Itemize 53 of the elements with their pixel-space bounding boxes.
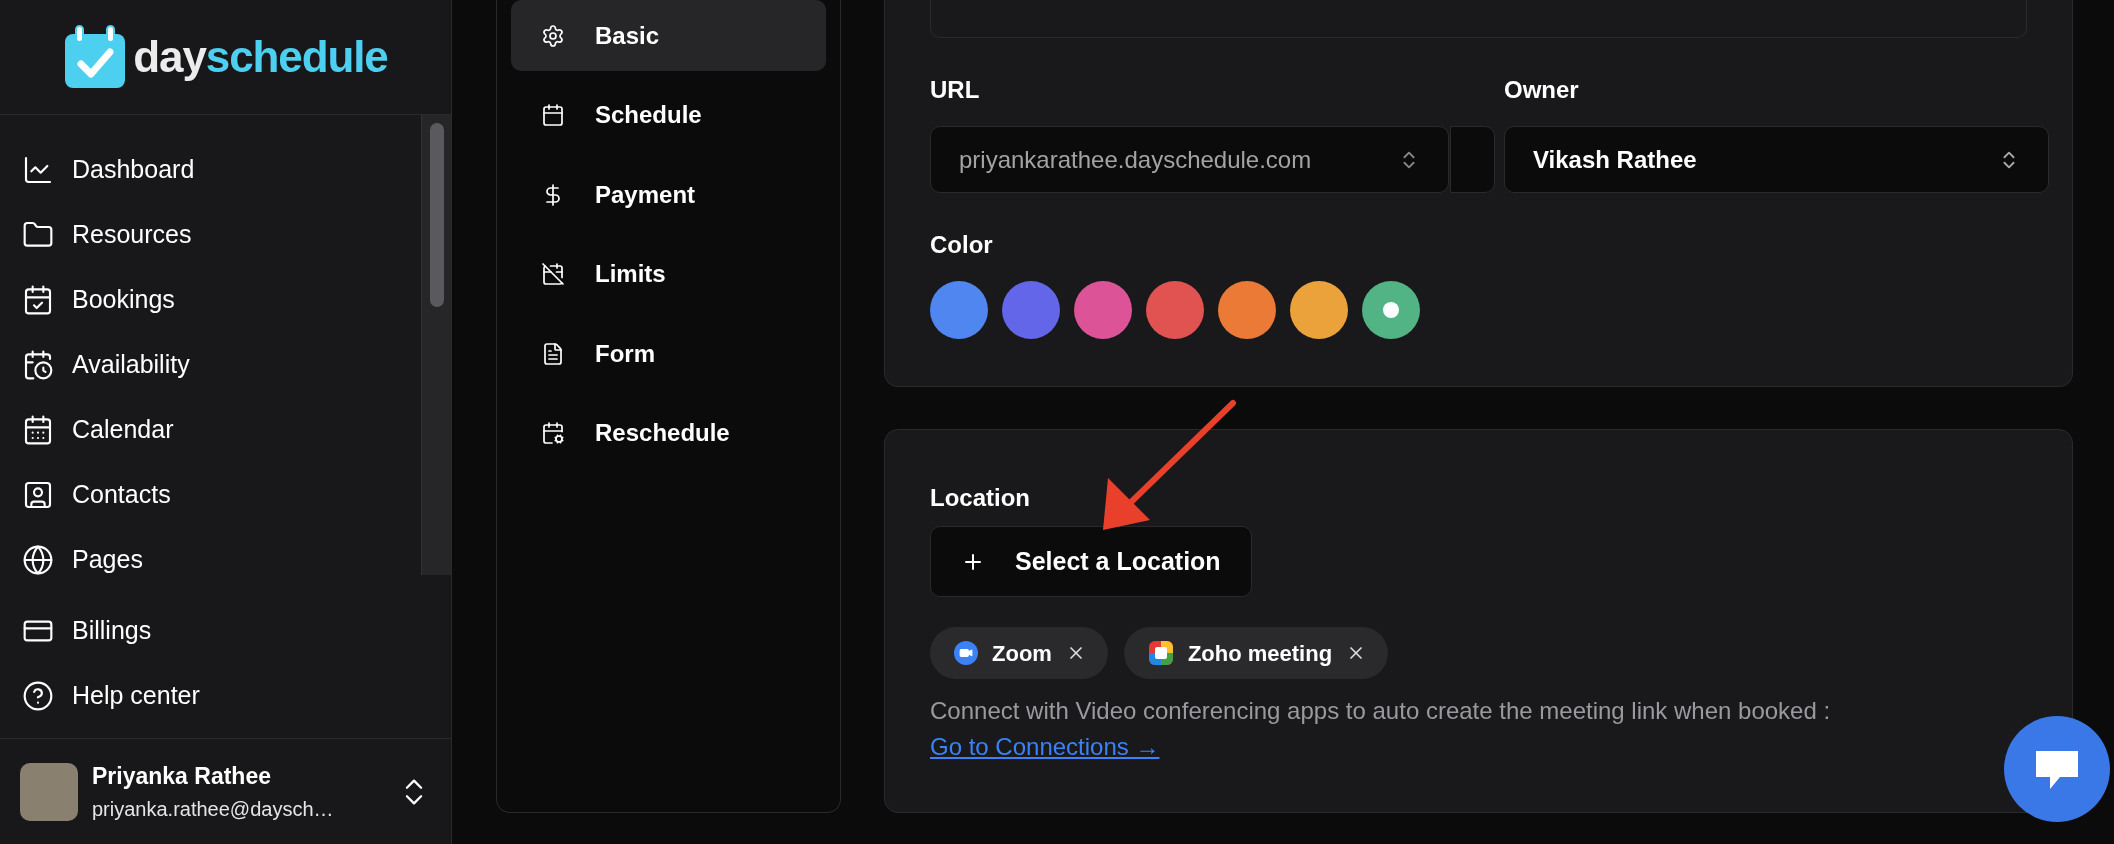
calendar-off-icon [541, 262, 565, 286]
calendar-check-logo-icon [63, 24, 128, 90]
user-name: Priyanka Rathee [92, 762, 272, 792]
settings-tab[interactable]: Limits [511, 238, 826, 310]
help-icon [22, 679, 54, 712]
calendar-gear-icon [541, 421, 565, 445]
sidebar-item[interactable]: Availability [0, 332, 410, 397]
sidebar-item[interactable]: Contacts [0, 462, 410, 527]
url-select[interactable]: priyankarathee.dayschedule.com [930, 126, 1449, 193]
location-chip[interactable]: Zoho meeting [1123, 627, 1389, 679]
owner-select[interactable]: Vikash Rathee [1504, 126, 2049, 193]
settings-tab[interactable]: Schedule [511, 79, 826, 151]
sidebar-item[interactable]: Pages [0, 527, 410, 592]
color-swatch[interactable] [1146, 281, 1204, 339]
color-swatch[interactable] [1290, 281, 1348, 339]
color-swatch[interactable] [930, 281, 988, 339]
connections-link[interactable]: Go to Connections → [930, 733, 1160, 760]
document-icon [541, 341, 565, 366]
select-location-button[interactable]: Select a Location [930, 526, 1252, 597]
sidebar-item[interactable]: Calendar [0, 397, 410, 462]
settings-tab[interactable]: Payment [511, 159, 826, 230]
calendar-clock-icon [22, 348, 54, 381]
color-swatch[interactable] [1362, 281, 1420, 339]
color-swatch[interactable] [1002, 281, 1060, 339]
sidebar-item[interactable]: Help center [0, 663, 410, 728]
sidebar-item[interactable]: Bookings [0, 267, 410, 332]
avatar-photo-placeholder [20, 762, 78, 821]
sidebar-item[interactable]: Dashboard [0, 137, 410, 202]
scrollbar-thumb[interactable] [429, 123, 444, 307]
field-label: URL [930, 75, 981, 105]
field-label: Owner [1504, 75, 1580, 105]
settings-tab[interactable]: Form [511, 318, 826, 389]
field-label: Location [930, 483, 1030, 513]
logo-text: dayschedule [133, 35, 388, 79]
app-logo-icon [1147, 640, 1174, 666]
settings-icon [541, 23, 565, 48]
globe-icon [22, 543, 54, 576]
settings-tab[interactable]: Reschedule [511, 397, 826, 469]
sidebar-item[interactable]: Resources [0, 202, 410, 267]
field-label: Color [930, 230, 993, 260]
video-camera-icon [954, 641, 978, 665]
color-swatch[interactable] [1218, 281, 1276, 339]
calendar-icon [541, 103, 565, 127]
calendar-check-icon [22, 283, 54, 316]
color-swatch[interactable] [1074, 281, 1132, 339]
location-chip[interactable]: Zoom [930, 627, 1108, 679]
input-addon [1450, 126, 1495, 193]
calendar-icon [22, 413, 54, 446]
user-email: priyanka.rathee@daysch… [92, 796, 335, 822]
user-profile[interactable]: Priyanka Rathee priyanka.rathee@daysch… [0, 738, 451, 844]
sidebar-item[interactable]: Billings [0, 598, 410, 663]
scrollbar[interactable] [421, 115, 451, 575]
settings-tab[interactable]: Basic [511, 0, 826, 71]
